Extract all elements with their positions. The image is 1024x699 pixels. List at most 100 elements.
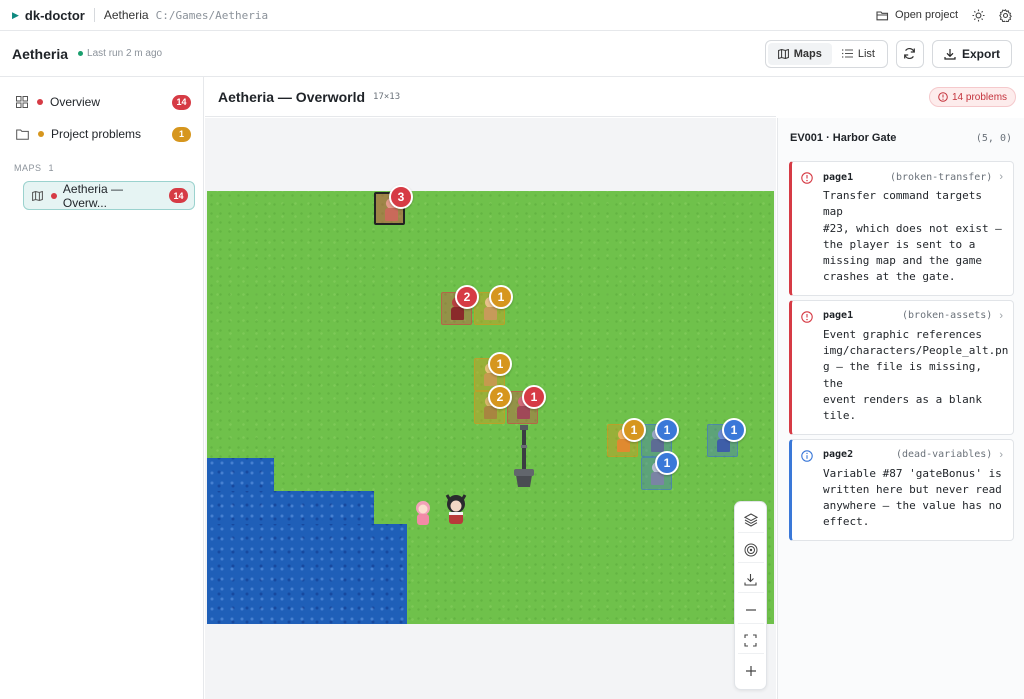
focus-button[interactable]	[737, 537, 764, 564]
map-item-label: Aetheria — Overw...	[62, 181, 123, 210]
problem-marker[interactable]: 3	[389, 185, 413, 209]
download-icon	[744, 573, 757, 586]
message-line: missing map and the game	[823, 254, 982, 268]
list-icon	[841, 49, 853, 58]
refresh-icon	[903, 47, 916, 60]
layers-button[interactable]	[737, 507, 764, 534]
problem-marker[interactable]: 2	[455, 285, 479, 309]
download-map-button[interactable]	[737, 567, 764, 594]
sidebar-item-project-problems[interactable]: Project problems 1	[0, 119, 203, 149]
project-path: C:/Games/Aetheria	[155, 8, 269, 22]
project-title: Aetheria	[12, 45, 69, 62]
problem-marker[interactable]: 1	[522, 385, 546, 409]
sun-icon[interactable]	[972, 9, 985, 22]
message-line: Transfer command targets map	[823, 189, 982, 219]
chevron-right-icon: ›	[999, 171, 1003, 183]
message-line: Event graphic references	[823, 327, 982, 341]
map-header: Aetheria — Overworld 17×13	[205, 77, 776, 117]
message-line: img/characters/People_alt.pn	[823, 344, 1009, 358]
problem-card[interactable]: page2 (dead-variables) › Variable #87 'g…	[789, 438, 1014, 541]
view-toggle: Maps List	[764, 39, 888, 68]
zoom-out-button[interactable]	[737, 598, 764, 624]
message-line: the player is sent to a	[823, 237, 976, 251]
map-icon	[32, 190, 43, 201]
problem-count-badge: 1	[172, 126, 191, 142]
last-run-text: Last run 2 m ago	[87, 48, 163, 59]
folder-open-icon	[876, 10, 889, 21]
message-line: crashes at the gate.	[823, 270, 956, 284]
alert-circle-icon	[801, 172, 813, 187]
problems-count: 14 problems	[952, 91, 1008, 103]
panel-header: EV001 · Harbor Gate (5, 0)	[778, 118, 1024, 158]
map-title: Aetheria — Overworld	[218, 88, 366, 105]
card-page: page1	[823, 310, 854, 322]
refresh-button[interactable]	[895, 39, 924, 68]
chevron-right-icon: ›	[999, 309, 1003, 322]
alert-circle-icon	[801, 311, 813, 326]
card-code: (broken-transfer)	[889, 171, 993, 183]
zoom-in-button[interactable]	[738, 658, 764, 684]
card-page: page2	[823, 449, 854, 461]
download-icon	[944, 48, 956, 60]
sidebar-item-overview[interactable]: Overview 14	[0, 87, 203, 117]
card-message: Event graphic references img/characters/…	[823, 327, 1009, 425]
gear-icon[interactable]	[999, 8, 1012, 22]
severity-dot	[37, 99, 43, 105]
problem-marker[interactable]: 1	[488, 352, 512, 376]
message-line: anywhere — the value has no	[823, 499, 1002, 513]
top-project-name: Aetheria	[103, 8, 149, 22]
maps-label: MAPS	[14, 163, 42, 173]
sidebar-item-label: Project problems	[51, 127, 142, 141]
minus-icon	[745, 604, 757, 616]
maps-section-label: MAPS 1	[0, 151, 203, 179]
fit-view-button[interactable]	[737, 628, 764, 654]
lamp-post	[513, 425, 535, 491]
problems-badge[interactable]: 14 problems	[929, 87, 1017, 107]
problem-card[interactable]: page1 (broken-transfer) › Transfer comma…	[789, 161, 1014, 296]
problem-marker[interactable]: 1	[655, 418, 679, 442]
map-toolbar	[734, 501, 767, 690]
project-header: Aetheria Last run 2 m ago Maps List Expo…	[0, 31, 1024, 77]
message-line: tile.	[823, 409, 857, 423]
water-tiles	[207, 524, 407, 624]
map-size: 17×13	[373, 91, 401, 102]
problem-marker[interactable]: 1	[722, 418, 746, 442]
export-label: Export	[961, 46, 1000, 61]
chevron-right-icon: ›	[999, 448, 1003, 461]
problem-count-badge: 14	[169, 188, 188, 203]
maps-view-label: Maps	[793, 47, 822, 60]
message-line: written here but never read	[823, 482, 1002, 496]
message-line: effect.	[823, 515, 870, 529]
maps-view-button[interactable]: Maps	[767, 42, 832, 65]
problem-marker[interactable]: 1	[622, 418, 646, 442]
message-line: event renders as a blank	[823, 392, 982, 406]
brand[interactable]: ▶ dk-doctor	[12, 8, 85, 23]
problem-marker[interactable]: 2	[488, 385, 512, 409]
list-view-button[interactable]: List	[832, 43, 885, 65]
map-icon	[777, 48, 789, 59]
card-message: Variable #87 'gateBonus' is written here…	[823, 466, 1003, 531]
grid-icon	[16, 96, 28, 108]
card-page: page1	[823, 171, 854, 183]
problem-marker[interactable]: 1	[489, 285, 513, 309]
sidebar-map-item[interactable]: Aetheria — Overw... 14	[23, 181, 195, 210]
list-view-label: List	[857, 47, 875, 60]
status-dot	[78, 51, 84, 56]
problem-card[interactable]: page1 (broken-assets) › Event graphic re…	[789, 299, 1014, 435]
event-detail-panel: EV001 · Harbor Gate (5, 0) page1 (broken…	[777, 118, 1024, 699]
problem-count-badge: 14	[172, 94, 191, 110]
target-icon	[744, 543, 758, 557]
sidebar-item-label: Overview	[50, 95, 101, 109]
card-message: Transfer command targets map #23, which …	[823, 188, 1003, 286]
open-project-button[interactable]: Open project	[876, 9, 958, 21]
divider	[93, 8, 95, 22]
plus-icon	[745, 665, 757, 677]
problem-marker[interactable]: 1	[655, 451, 679, 475]
severity-dot	[51, 192, 57, 199]
severity-dot	[38, 131, 44, 137]
npc-sprite	[414, 500, 432, 529]
export-button[interactable]: Export	[931, 39, 1012, 68]
top-bar: ▶ dk-doctor Aetheria C:/Games/Aetheria O…	[0, 0, 1024, 31]
play-icon: ▶	[12, 9, 19, 20]
info-icon	[801, 449, 813, 465]
